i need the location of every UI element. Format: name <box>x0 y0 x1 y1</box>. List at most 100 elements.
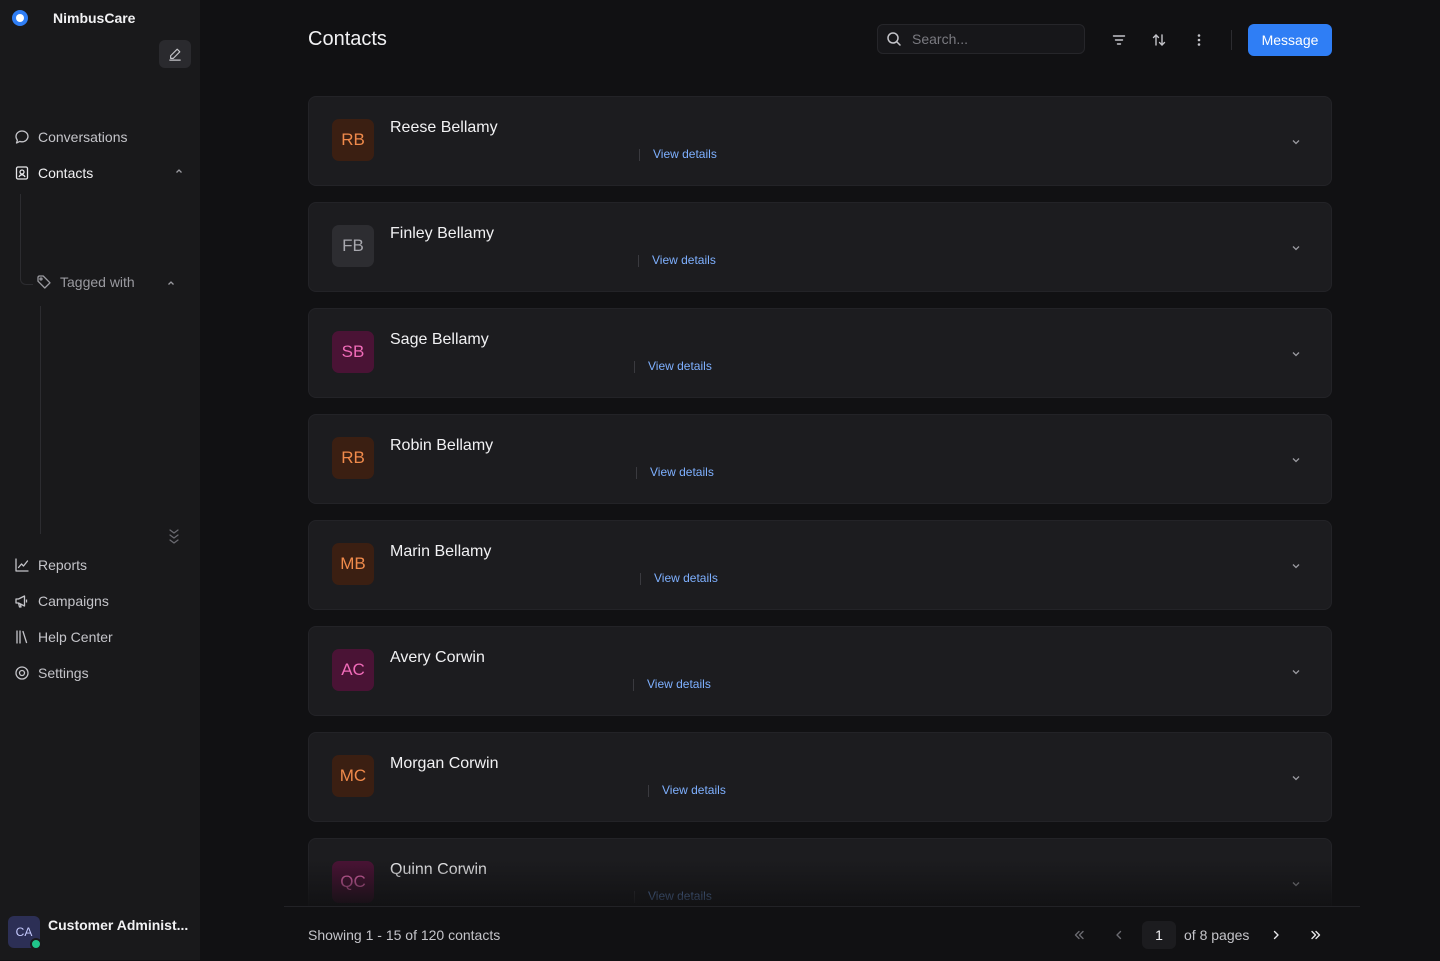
chevron-down-icon[interactable] <box>1289 453 1303 467</box>
sidebar-item-label: Reports <box>38 557 88 573</box>
divider <box>638 255 639 267</box>
chevrons-right-icon <box>1311 930 1321 940</box>
sidebar-item-label: Conversations <box>38 129 128 145</box>
contact-avatar: RB <box>332 119 374 161</box>
chat-bubble-icon <box>15 130 29 144</box>
line-chart-icon <box>15 558 29 572</box>
total-pages: of 8 pages <box>1184 927 1250 943</box>
chevron-down-icon[interactable] <box>1289 135 1303 149</box>
contact-avatar: QC <box>332 861 374 903</box>
sidebar-item-settings[interactable]: Settings <box>14 663 89 683</box>
contact-name: Reese Bellamy <box>390 119 498 136</box>
contact-name: Finley Bellamy <box>390 225 495 242</box>
search-input[interactable] <box>910 30 1074 48</box>
online-status-dot <box>30 938 42 950</box>
sidebar-item-reports[interactable]: Reports <box>14 555 87 575</box>
sort-button[interactable] <box>1147 28 1171 52</box>
contact-card[interactable]: MB Marin Bellamy View details <box>308 520 1332 610</box>
view-details-link[interactable]: View details <box>647 677 711 691</box>
previous-page-button[interactable] <box>1107 923 1131 947</box>
pencil-square-icon <box>169 48 181 61</box>
sidebar-item-contacts[interactable]: Contacts <box>14 163 93 183</box>
contact-name: Sage Bellamy <box>390 331 489 348</box>
view-details-link[interactable]: View details <box>654 571 718 585</box>
contact-avatar: AC <box>332 649 374 691</box>
user-name: Customer Administ... <box>48 917 189 933</box>
megaphone-icon <box>15 595 28 608</box>
divider <box>633 679 634 691</box>
view-details-link[interactable]: View details <box>662 783 726 797</box>
message-button[interactable]: Message <box>1248 24 1332 56</box>
view-details-link[interactable]: View details <box>652 253 716 267</box>
chevron-up-icon[interactable] <box>174 166 184 179</box>
contact-card[interactable]: FB Finley Bellamy View details <box>308 202 1332 292</box>
contact-card[interactable]: RB Reese Bellamy View details <box>308 96 1332 186</box>
page-title: Contacts <box>308 28 387 50</box>
compose-button[interactable] <box>159 40 191 68</box>
contact-card[interactable]: QC Quinn Corwin View details <box>308 838 1332 906</box>
contact-avatar: MB <box>332 543 374 585</box>
pagination-bar: Showing 1 - 15 of 120 contacts 1 of 8 pa… <box>284 906 1360 961</box>
chevron-down-icon[interactable] <box>1289 559 1303 573</box>
view-details-link[interactable]: View details <box>653 147 717 161</box>
contact-name: Marin Bellamy <box>390 543 492 560</box>
contact-card[interactable]: MC Morgan Corwin View details <box>308 732 1332 822</box>
chevron-down-icon[interactable] <box>1289 665 1303 679</box>
last-page-button[interactable] <box>1304 923 1328 947</box>
sidebar-item-label: Help Center <box>38 629 113 645</box>
divider <box>634 361 635 373</box>
chevron-down-icon[interactable] <box>1289 877 1303 891</box>
sidebar-item-conversations[interactable]: Conversations <box>14 127 128 147</box>
contact-card[interactable]: AC Avery Corwin View details <box>308 626 1332 716</box>
contact-name: Morgan Corwin <box>390 755 499 772</box>
sidebar-item-campaigns[interactable]: Campaigns <box>14 591 109 611</box>
contact-card[interactable]: SB Sage Bellamy View details <box>308 308 1332 398</box>
contact-name: Robin Bellamy <box>390 437 494 454</box>
current-user-menu[interactable]: CA Customer Administ... <box>8 916 190 950</box>
filter-button[interactable] <box>1107 28 1131 52</box>
sidebar-item-label: Tagged with <box>60 274 135 290</box>
sidebar-item-label: Campaigns <box>38 593 109 609</box>
contact-avatar: MC <box>332 755 374 797</box>
nimbuscare-logo-icon <box>12 10 28 26</box>
chevron-down-icon[interactable] <box>1289 771 1303 785</box>
contact-avatar: SB <box>332 331 374 373</box>
contact-list: RB Reese Bellamy View details FB Finley … <box>308 96 1332 906</box>
sidebar: NimbusCare Conversations Contacts Tagged… <box>0 0 200 960</box>
sort-arrows-icon <box>1152 34 1166 46</box>
sidebar-item-tagged-with[interactable]: Tagged with <box>36 274 135 290</box>
chevron-left-icon <box>1116 930 1122 940</box>
more-options-button[interactable] <box>1187 28 1211 52</box>
divider <box>640 573 641 585</box>
brand-name: NimbusCare <box>53 10 136 26</box>
first-page-button[interactable] <box>1067 923 1091 947</box>
view-details-link[interactable]: View details <box>650 465 714 479</box>
brand[interactable]: NimbusCare <box>12 8 135 28</box>
chevron-up-icon[interactable] <box>166 278 176 291</box>
contact-card-icon <box>15 166 29 180</box>
search-box[interactable] <box>877 24 1085 54</box>
divider <box>634 891 635 903</box>
filter-icon <box>1112 35 1126 45</box>
divider <box>648 785 649 797</box>
chevrons-down-icon[interactable] <box>166 527 182 547</box>
chevron-down-icon[interactable] <box>1289 241 1303 255</box>
avatar: CA <box>8 916 42 950</box>
contact-avatar: FB <box>332 225 374 267</box>
next-page-button[interactable] <box>1264 923 1288 947</box>
view-details-link[interactable]: View details <box>648 889 712 903</box>
avatar-initials: CA <box>15 925 33 939</box>
current-page-input[interactable]: 1 <box>1142 921 1176 949</box>
divider <box>639 149 640 161</box>
contact-avatar: RB <box>332 437 374 479</box>
tree-elbow <box>20 262 33 285</box>
contact-card[interactable]: RB Robin Bellamy View details <box>308 414 1332 504</box>
chevron-down-icon[interactable] <box>1289 347 1303 361</box>
contact-name: Avery Corwin <box>390 649 485 666</box>
tree-line <box>40 306 41 534</box>
view-details-link[interactable]: View details <box>648 359 712 373</box>
sidebar-item-help-center[interactable]: Help Center <box>14 627 113 647</box>
tag-icon <box>37 275 51 289</box>
sidebar-item-label: Settings <box>38 665 89 681</box>
results-count: Showing 1 - 15 of 120 contacts <box>308 927 501 943</box>
